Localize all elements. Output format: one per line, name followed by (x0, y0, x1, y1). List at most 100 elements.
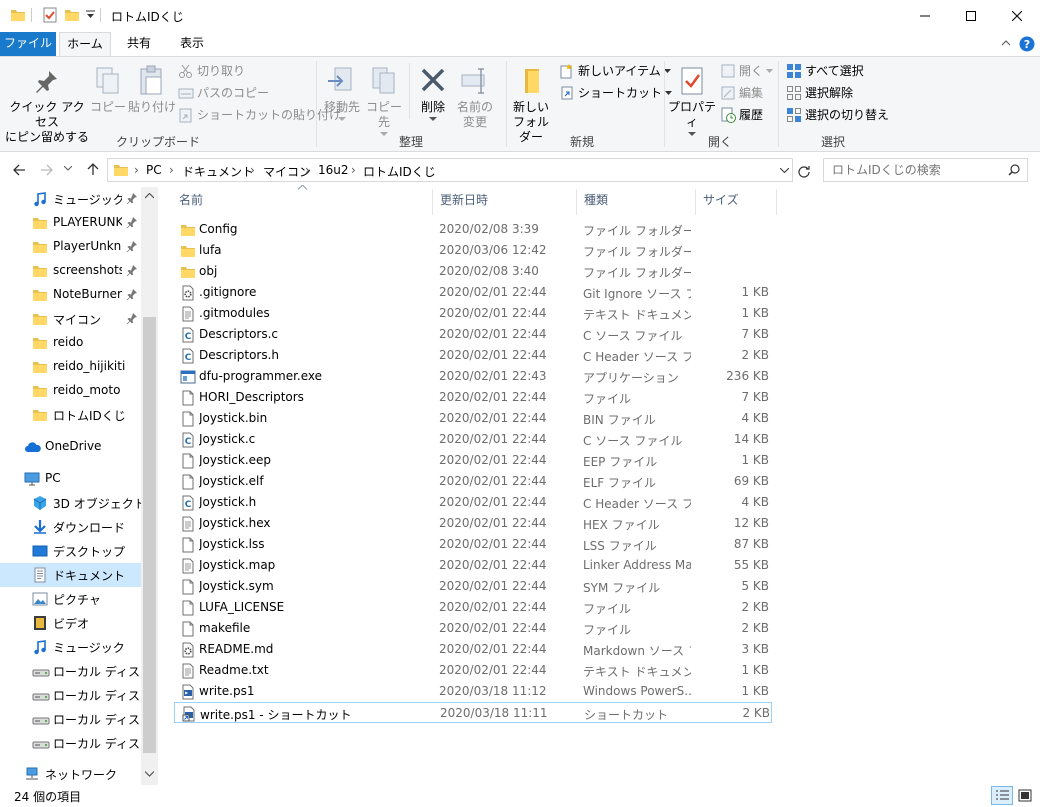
properties-button[interactable]: プロパティ (667, 65, 717, 137)
properties-icon[interactable] (42, 7, 58, 23)
file-row[interactable]: README.md 2020/02/01 22:44 Markdown ソース フ.… (174, 639, 772, 660)
breadcrumb-chevron-icon[interactable]: › (250, 163, 255, 177)
file-row[interactable]: C Descriptors.h 2020/02/01 22:44 C Header ソ… (174, 345, 772, 366)
forward-arrow-icon[interactable] (40, 163, 54, 177)
file-row[interactable]: LUFA_LICENSE 2020/02/01 22:44 ファイル 2 KB (174, 597, 772, 618)
breadcrumb-chevron-icon[interactable]: › (305, 163, 310, 177)
file-row[interactable]: C Joystick.c 2020/02/01 22:44 C ソース ファイル 14 … (174, 429, 772, 450)
sidebar-item[interactable]: ロトムIDくじ (0, 403, 141, 427)
scroll-down-icon[interactable] (145, 771, 154, 777)
easy-access-button[interactable]: ショートカット (559, 83, 673, 103)
sidebar-item[interactable]: reido_hijikiti (0, 355, 141, 379)
sidebar-item[interactable]: NoteBurner S (0, 283, 141, 307)
sidebar-item[interactable]: ビデオ (0, 611, 141, 635)
copy-to-button[interactable]: コピー先 (364, 65, 404, 137)
breadcrumb-chevron-icon[interactable]: › (351, 163, 356, 177)
sidebar-item[interactable]: ピクチャ (0, 587, 141, 611)
new-folder-icon[interactable] (64, 7, 80, 23)
breadcrumb-documents[interactable]: ドキュメント (182, 163, 254, 180)
file-row[interactable]: makefile 2020/02/01 22:44 ファイル 2 KB (174, 618, 772, 639)
search-icon[interactable] (1008, 164, 1020, 176)
column-divider[interactable] (432, 189, 433, 215)
file-row[interactable]: Readme.txt 2020/02/01 22:44 テキスト ドキュメント 1 K… (174, 660, 772, 681)
sidebar-item[interactable]: ローカル ディスク (D (0, 683, 141, 707)
column-divider[interactable] (776, 189, 777, 215)
file-row[interactable]: write.ps1 - ショートカット 2020/03/18 11:11 ショートカ… (174, 702, 772, 723)
file-row[interactable]: Joystick.bin 2020/02/01 22:44 BIN ファイル 4 KB (174, 408, 772, 429)
sidebar-item[interactable]: マイコン (0, 307, 141, 331)
sidebar-item[interactable]: 3D オブジェクト (0, 491, 141, 515)
sidebar-item[interactable]: reido (0, 331, 141, 355)
copy-path-button[interactable]: パスのコピー (178, 83, 269, 103)
minimize-button[interactable] (902, 0, 948, 32)
file-row[interactable]: write.ps1 2020/03/18 11:12 Windows PowerS.… (174, 681, 772, 702)
invert-selection-button[interactable]: 選択の切り替え (786, 105, 889, 125)
sidebar-item[interactable]: PC (0, 467, 141, 491)
tab-file[interactable]: ファイル (0, 32, 56, 56)
select-all-button[interactable]: すべて選択 (786, 61, 864, 81)
file-row[interactable]: Joystick.hex 2020/02/01 22:44 HEX ファイル 12 K… (174, 513, 772, 534)
sidebar-item[interactable]: ミュージック (0, 187, 141, 211)
new-item-button[interactable]: 新しいアイテム (559, 61, 671, 81)
back-arrow-icon[interactable] (12, 163, 26, 177)
file-row[interactable]: C Descriptors.c 2020/02/01 22:44 C ソース ファイル… (174, 324, 772, 345)
details-view-button[interactable] (991, 786, 1013, 805)
copy-button[interactable]: コピー (90, 65, 126, 115)
breadcrumb-pc[interactable]: PC (146, 163, 162, 177)
file-row[interactable]: Joystick.elf 2020/02/01 22:44 ELF ファイル 69 K… (174, 471, 772, 492)
history-button[interactable]: 履歴 (720, 105, 763, 125)
tab-view[interactable]: 表示 (166, 32, 218, 56)
sidebar-item[interactable]: ローカル ディスク (E (0, 707, 141, 731)
delete-button[interactable]: 削除 (414, 65, 452, 122)
file-row[interactable]: .gitmodules 2020/02/01 22:44 テキスト ドキュメント 1 … (174, 303, 772, 324)
large-icons-view-button[interactable] (1016, 787, 1034, 804)
column-header-name[interactable]: 名前 (179, 187, 429, 213)
cut-button[interactable]: 切り取り (178, 61, 245, 81)
sidebar-item[interactable]: ドキュメント (0, 563, 141, 587)
open-button[interactable]: 開く (720, 61, 774, 81)
sidebar-item[interactable]: PlayerUnknown (0, 235, 141, 259)
search-box[interactable] (823, 158, 1028, 182)
file-row[interactable]: HORI_Descriptors 2020/02/01 22:44 ファイル 7 KB (174, 387, 772, 408)
sidebar-item[interactable]: ローカル ディスク (F (0, 731, 141, 755)
file-row[interactable]: Joystick.sym 2020/02/01 22:44 SYM ファイル 5 KB (174, 576, 772, 597)
breadcrumb-maikon[interactable]: マイコン (263, 163, 311, 180)
paste-button[interactable]: 貼り付け (128, 65, 176, 115)
sidebar-scrollbar[interactable] (141, 187, 158, 785)
breadcrumb-chevron-icon[interactable]: › (169, 163, 174, 177)
file-row[interactable]: Config 2020/02/08 3:39 ファイル フォルダー (174, 219, 772, 240)
breadcrumb-chevron-icon[interactable]: › (134, 163, 139, 177)
sidebar-item[interactable]: ミュージック (0, 635, 141, 659)
file-row[interactable]: Joystick.lss 2020/02/01 22:44 LSS ファイル 87 K… (174, 534, 772, 555)
up-arrow-icon[interactable] (86, 162, 100, 176)
breadcrumb-current[interactable]: ロトムIDくじ (363, 163, 436, 180)
column-divider[interactable] (576, 189, 577, 215)
sidebar-item[interactable]: OneDrive (0, 435, 141, 459)
breadcrumb-16u2[interactable]: 16u2 (318, 163, 349, 177)
file-row[interactable]: dfu-programmer.exe 2020/02/01 22:43 アプリケーシ… (174, 366, 772, 387)
recent-locations-icon[interactable] (64, 166, 72, 171)
sidebar-item[interactable]: デスクトップ (0, 539, 141, 563)
scroll-up-icon[interactable] (145, 193, 154, 199)
address-bar[interactable]: › PC › ドキュメント › マイコン › 16u2 › ロトムIDくじ (107, 158, 793, 182)
edit-button[interactable]: 編集 (720, 83, 763, 103)
address-history-icon[interactable] (780, 168, 789, 173)
search-input[interactable] (832, 162, 1002, 178)
sidebar-item[interactable]: reido_moto (0, 379, 141, 403)
column-header-date[interactable]: 更新日時 (440, 187, 570, 213)
maximize-button[interactable] (948, 0, 994, 32)
collapse-ribbon-icon[interactable] (1001, 39, 1011, 46)
file-row[interactable]: lufa 2020/03/06 12:42 ファイル フォルダー (174, 240, 772, 261)
close-button[interactable] (994, 0, 1040, 32)
rename-button[interactable]: 名前の 変更 (455, 65, 495, 130)
file-row[interactable]: Joystick.eep 2020/02/01 22:44 EEP ファイル 1 KB (174, 450, 772, 471)
sidebar-item[interactable]: ローカル ディスク (C (0, 659, 141, 683)
sidebar-item[interactable]: PLAYERUNKNOWN (0, 211, 141, 235)
qat-customize-icon[interactable] (86, 10, 95, 20)
column-header-type[interactable]: 種類 (584, 187, 694, 213)
file-row[interactable]: .gitignore 2020/02/01 22:44 Git Ignore ソース… (174, 282, 772, 303)
help-icon[interactable]: ? (1019, 36, 1035, 52)
file-row[interactable]: obj 2020/02/08 3:40 ファイル フォルダー (174, 261, 772, 282)
file-row[interactable]: C Joystick.h 2020/02/01 22:44 C Header ソース … (174, 492, 772, 513)
column-header-size[interactable]: サイズ (703, 187, 773, 213)
